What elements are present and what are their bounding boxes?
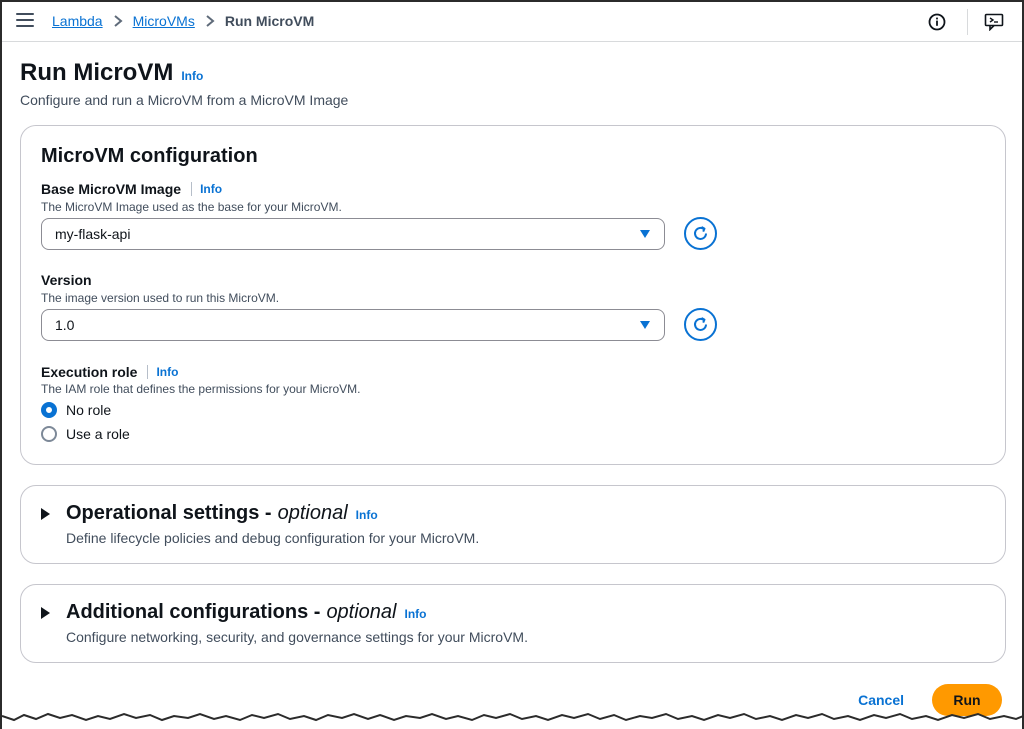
version-label: Version (41, 272, 92, 288)
additional-configurations-description: Configure networking, security, and gove… (66, 629, 528, 645)
label-divider (147, 365, 149, 379)
refresh-icon (694, 226, 707, 240)
base-image-value: my-flask-api (55, 226, 131, 242)
app-window: Lambda MicroVMs Run MicroVM Run MicroVM … (0, 0, 1024, 729)
top-bar-actions (925, 2, 1022, 42)
operational-info-link[interactable]: Info (356, 508, 378, 522)
base-image-label: Base MicroVM Image Info (41, 181, 222, 197)
refresh-icon (694, 317, 707, 331)
additional-info-link[interactable]: Info (405, 607, 427, 621)
base-image-description: The MicroVM Image used as the base for y… (41, 200, 342, 214)
optional-label: optional (277, 502, 348, 524)
additional-configurations-toggle[interactable]: Additional configurations - optional Inf… (41, 601, 427, 624)
breadcrumb-microvms[interactable]: MicroVMs (133, 13, 195, 29)
refresh-versions-button[interactable] (684, 308, 717, 341)
operational-settings-description: Define lifecycle policies and debug conf… (66, 530, 480, 546)
execution-role-label: Execution role Info (41, 364, 178, 380)
refresh-images-button[interactable] (684, 217, 717, 250)
version-label-text: Version (41, 272, 92, 288)
additional-configurations-title-text: Additional configurations - (66, 601, 321, 623)
breadcrumb-lambda[interactable]: Lambda (52, 13, 103, 29)
radio-use-a-role-label: Use a role (66, 426, 130, 442)
base-image-select[interactable]: my-flask-api (41, 218, 665, 250)
caret-down-icon (640, 321, 650, 329)
execution-role-label-text: Execution role (41, 364, 138, 380)
version-select[interactable]: 1.0 (41, 309, 665, 341)
breadcrumb: Lambda MicroVMs Run MicroVM (52, 13, 314, 29)
page-title-text: Run MicroVM (20, 59, 174, 86)
page-info-link[interactable]: Info (181, 69, 203, 83)
configuration-heading: MicroVM configuration (41, 145, 258, 167)
top-bar-divider (967, 9, 968, 35)
label-divider (191, 182, 193, 196)
radio-use-a-role[interactable]: Use a role (41, 426, 130, 442)
top-bar: Lambda MicroVMs Run MicroVM (2, 2, 1022, 42)
execution-role-info-link[interactable]: Info (156, 365, 178, 379)
additional-configurations-title: Additional configurations - optional Inf… (66, 601, 427, 624)
page-description: Configure and run a MicroVM from a Micro… (20, 92, 349, 108)
radio-button-unchecked[interactable] (41, 426, 57, 442)
version-description: The image version used to run this Micro… (41, 291, 280, 305)
expand-triangle-icon (41, 607, 50, 619)
operational-settings-title: Operational settings - optional Info (66, 502, 378, 525)
feedback-icon[interactable] (982, 10, 1006, 34)
optional-label: optional (326, 601, 397, 623)
menu-icon[interactable] (16, 13, 34, 29)
radio-no-role[interactable]: No role (41, 402, 111, 418)
radio-button-checked[interactable] (41, 402, 57, 418)
page-title: Run MicroVM Info (20, 59, 203, 87)
additional-configurations-section: Additional configurations - optional Inf… (20, 584, 1006, 663)
microvm-configuration-panel: MicroVM configuration Base MicroVM Image… (20, 125, 1006, 465)
chevron-right-icon (113, 14, 123, 28)
torn-edge-decoration (2, 712, 1022, 729)
expand-triangle-icon (41, 508, 50, 520)
radio-no-role-label: No role (66, 402, 112, 418)
base-image-info-link[interactable]: Info (200, 182, 222, 196)
version-value: 1.0 (55, 317, 75, 333)
operational-settings-toggle[interactable]: Operational settings - optional Info (41, 502, 378, 525)
breadcrumb-current: Run MicroVM (224, 13, 315, 29)
operational-settings-title-text: Operational settings - (66, 502, 272, 524)
info-circle-icon[interactable] (925, 10, 949, 34)
operational-settings-section: Operational settings - optional Info Def… (20, 485, 1006, 564)
execution-role-description: The IAM role that defines the permission… (41, 382, 361, 396)
base-image-label-text: Base MicroVM Image (41, 181, 182, 197)
caret-down-icon (640, 230, 650, 238)
chevron-right-icon (205, 14, 215, 28)
